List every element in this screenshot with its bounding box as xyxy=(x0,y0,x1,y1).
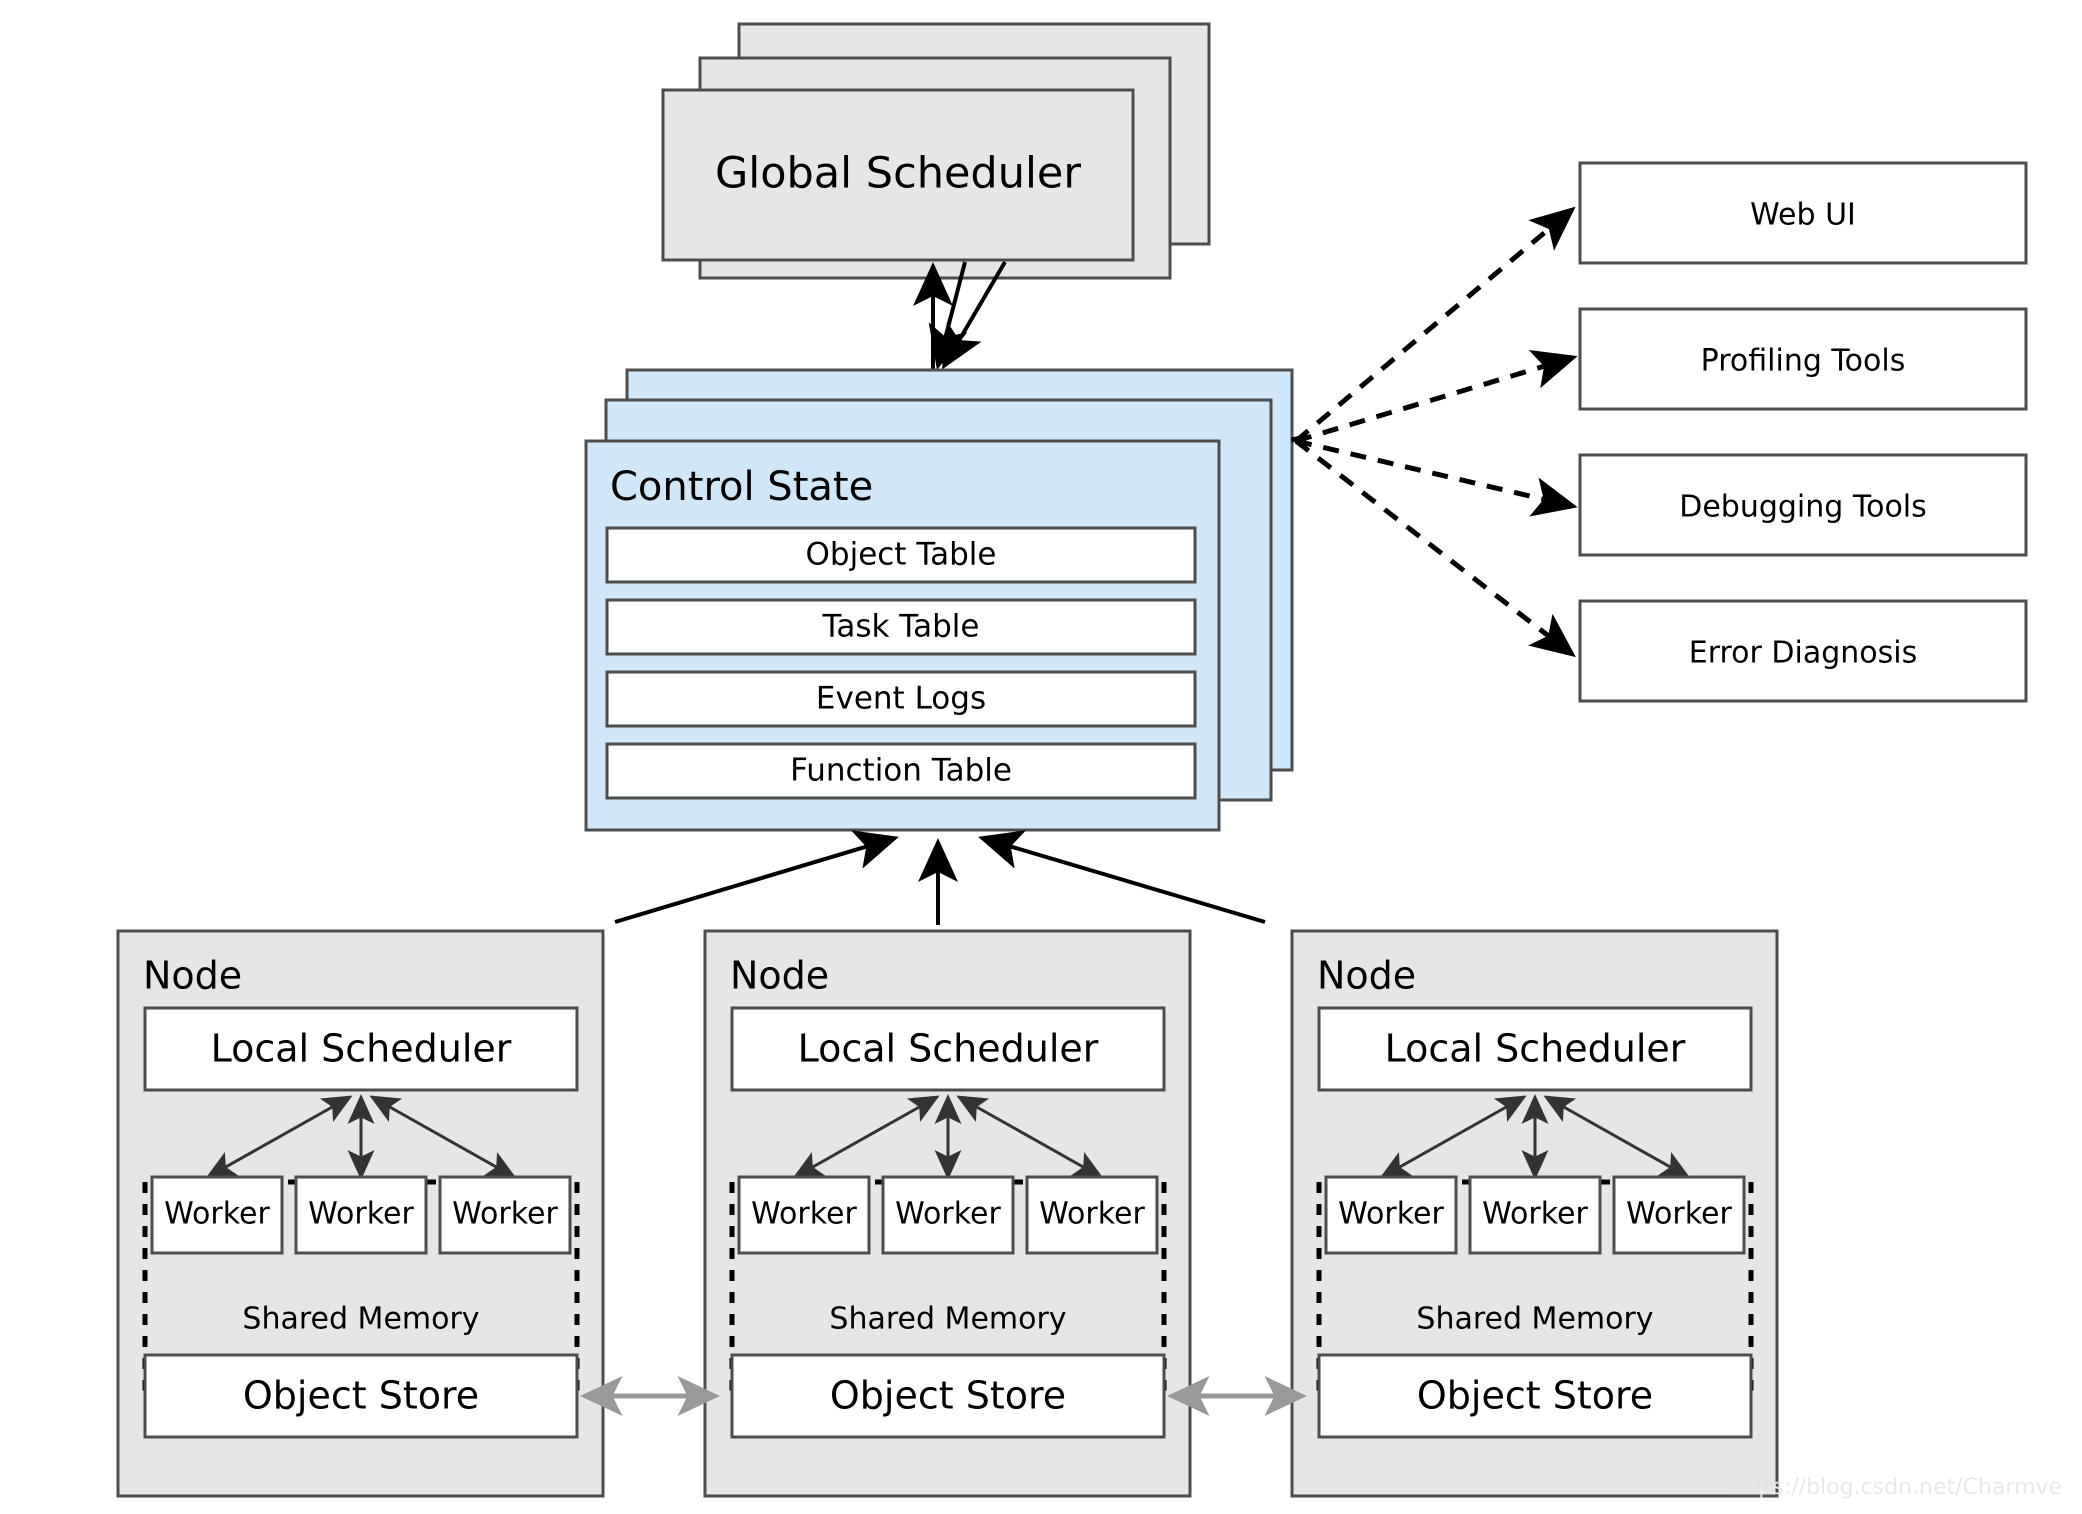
tools-group[interactable]: Web UI Profiling Tools Debugging Tools E… xyxy=(1578,161,2028,703)
node-3-object-store-label: Object Store xyxy=(1417,1374,1653,1418)
dashed-arrow-to-profiling-tools xyxy=(1295,349,1578,444)
architecture-diagram: Global Scheduler Control State Object Ta… xyxy=(116,22,2062,1500)
node-1-worker-3-label: Worker xyxy=(452,1197,558,1232)
control-state-group[interactable]: Control State Object Table Task Table Ev… xyxy=(584,368,1294,832)
node-2[interactable]: Node Local Scheduler Worker Worker Worke… xyxy=(703,929,1192,1498)
node-2-title: Node xyxy=(730,954,829,998)
tool-label-error-diagnosis: Error Diagnosis xyxy=(1689,636,1918,671)
node-3-shared-memory-label: Shared Memory xyxy=(1416,1302,1653,1337)
node-2-worker-2-label: Worker xyxy=(895,1197,1001,1232)
tool-label-profiling-tools: Profiling Tools xyxy=(1701,344,1906,379)
node-1-title: Node xyxy=(143,954,242,998)
node-1-local-scheduler-label: Local Scheduler xyxy=(211,1027,512,1071)
watermark: https://blog.csdn.net/Charmve xyxy=(1727,1475,2062,1500)
node-state-connectors xyxy=(614,830,1266,925)
node-3-local-scheduler-label: Local Scheduler xyxy=(1385,1027,1686,1071)
dashed-arrow-to-error-diagnosis xyxy=(1294,439,1576,658)
node-3-title: Node xyxy=(1317,954,1416,998)
tools-connectors xyxy=(1285,206,1578,658)
function-table-label: Function Table xyxy=(790,753,1012,789)
dashed-arrow-to-web-ui xyxy=(1294,206,1576,443)
global-scheduler-group[interactable]: Global Scheduler xyxy=(661,22,1211,280)
node-3-worker-3-label: Worker xyxy=(1626,1197,1732,1232)
arrow-node1-to-state xyxy=(614,830,899,924)
node-1-worker-2-label: Worker xyxy=(308,1197,414,1232)
node-1[interactable]: Node Local Scheduler Worker Worker Worke… xyxy=(116,929,605,1498)
arrow-node3-to-state xyxy=(978,830,1266,924)
tool-label-web-ui: Web UI xyxy=(1750,198,1856,233)
dashed-arrow-to-debugging-tools xyxy=(1295,438,1578,517)
object-table-label: Object Table xyxy=(806,537,997,573)
control-state-title: Control State xyxy=(610,464,873,510)
node-2-shared-memory-label: Shared Memory xyxy=(829,1302,1066,1337)
node-1-worker-1-label: Worker xyxy=(164,1197,270,1232)
task-table-label: Task Table xyxy=(822,609,980,645)
node-2-local-scheduler-label: Local Scheduler xyxy=(798,1027,1099,1071)
global-scheduler-label: Global Scheduler xyxy=(715,149,1081,199)
node-2-worker-3-label: Worker xyxy=(1039,1197,1145,1232)
event-logs-label: Event Logs xyxy=(816,681,986,717)
node-3-worker-1-label: Worker xyxy=(1338,1197,1444,1232)
node-1-shared-memory-label: Shared Memory xyxy=(242,1302,479,1337)
node-3[interactable]: Node Local Scheduler Worker Worker Worke… xyxy=(1290,929,1779,1498)
node-2-worker-1-label: Worker xyxy=(751,1197,857,1232)
tool-label-debugging-tools: Debugging Tools xyxy=(1679,490,1927,525)
node-3-worker-2-label: Worker xyxy=(1482,1197,1588,1232)
node-1-object-store-label: Object Store xyxy=(243,1374,479,1418)
node-2-object-store-label: Object Store xyxy=(830,1374,1066,1418)
